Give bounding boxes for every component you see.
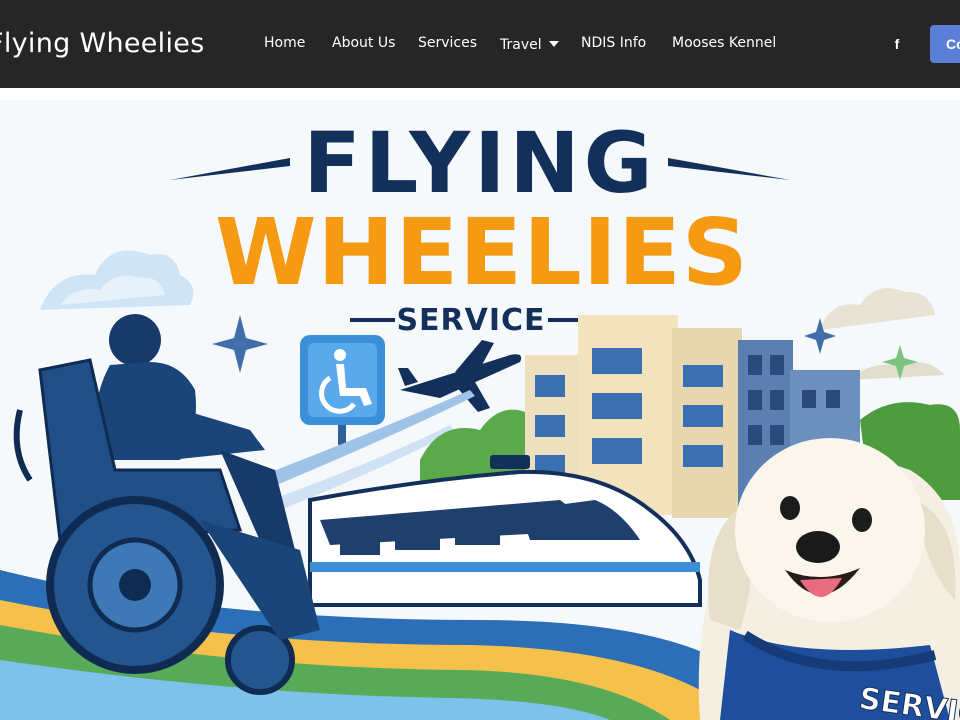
site-title-link[interactable]: Flying Wheelies — [0, 28, 205, 59]
nav-about-us[interactable]: About Us — [332, 35, 395, 51]
logo-text-service: SERVICE — [396, 303, 545, 338]
contact-button[interactable]: Co — [930, 25, 960, 63]
nav-travel[interactable]: Travel — [500, 35, 559, 53]
chevron-down-icon — [548, 35, 559, 51]
header-divider — [0, 88, 960, 100]
nav-mooses-kennel[interactable]: Mooses Kennel — [672, 35, 776, 51]
logo-text-flying: FLYING — [303, 114, 656, 212]
logo-text-wheelies: WHEELIES — [215, 199, 749, 306]
nav-travel-label: Travel — [500, 37, 542, 53]
facebook-icon[interactable]: f — [888, 34, 906, 54]
nav-home[interactable]: Home — [264, 35, 305, 51]
site-header: Flying Wheelies Home About Us Services T… — [0, 0, 960, 88]
hero-banner-image: FLYING WHEELIES SERVICE SERVIC — [0, 100, 960, 720]
nav-services[interactable]: Services — [418, 35, 477, 51]
service-line-left — [350, 318, 395, 322]
nav-ndis-info[interactable]: NDIS Info — [581, 35, 646, 51]
